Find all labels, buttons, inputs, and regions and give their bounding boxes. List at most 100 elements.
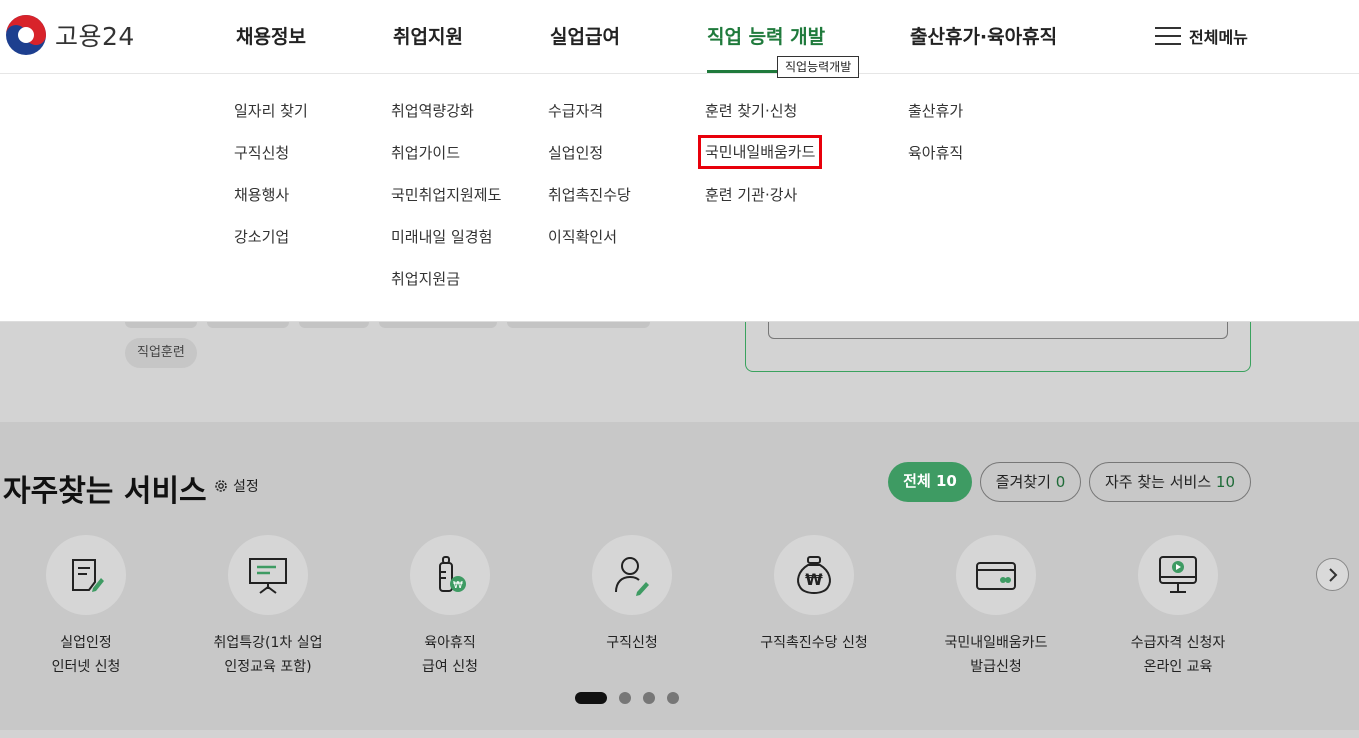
hidden-chip <box>299 322 369 328</box>
service-label-line: 육아휴직 <box>424 635 476 651</box>
service-label: 구직촉진수당 신청 <box>729 631 899 655</box>
filter-count: 10 <box>1215 473 1235 491</box>
service-label-line: 실업인정 <box>60 635 112 651</box>
filter-label: 전체 <box>903 472 931 490</box>
mega-col-unemployment: 수급자격 실업인정 취업촉진수당 이직확인서 <box>548 100 631 268</box>
menu-item-learning-card[interactable]: 국민내일배움카드 <box>697 135 823 169</box>
mega-col-vocational: 훈련 찾기·신청 국민내일배움카드 훈련 기관·강사 <box>697 100 823 226</box>
hidden-chip <box>125 322 197 328</box>
mega-menu-dropdown: 일자리 찾기 구직신청 채용행사 강소기업 취업역량강화 취업가이드 국민취업지… <box>0 74 1359 322</box>
service-label: 구직신청 <box>547 631 717 655</box>
service-label: 육아휴직 급여 신청 <box>365 631 535 679</box>
service-label-line: 인터넷 신청 <box>51 659 121 675</box>
chevron-right-icon <box>1328 567 1337 582</box>
presentation-board-icon <box>249 558 287 594</box>
nav-tooltip: 직업능력개발 <box>777 56 860 78</box>
service-label-line: 급여 신청 <box>422 659 478 675</box>
site-logo[interactable]: 고용24 <box>5 14 135 56</box>
menu-item-maternity-leave[interactable]: 출산휴가 <box>908 100 963 142</box>
filter-count: 10 <box>935 472 957 490</box>
filter-favorites-button[interactable]: 즐겨찾기 0 <box>980 462 1081 502</box>
service-icon-circle <box>46 535 126 615</box>
hidden-chip <box>507 322 650 328</box>
svg-text:₩: ₩ <box>453 580 463 591</box>
menu-item-employment-guide[interactable]: 취업가이드 <box>391 142 501 184</box>
service-item-learning-card[interactable]: 국민내일배움카드 발급신청 <box>911 535 1081 679</box>
service-item-unemployment-recognition[interactable]: 실업인정 인터넷 신청 <box>1 535 171 679</box>
menu-item-national-employment-support[interactable]: 국민취업지원제도 <box>391 184 501 226</box>
carousel-next-button[interactable] <box>1316 558 1349 591</box>
keyword-tag[interactable]: 직업훈련 <box>125 338 197 368</box>
site-header: 고용24 채용정보 취업지원 실업급여 직업 능력 개발 출산휴가·육아휴직 직… <box>0 0 1359 78</box>
service-label-line: 수급자격 신청자 <box>1130 635 1226 651</box>
nav-vocational-training[interactable]: 직업 능력 개발 <box>707 22 825 49</box>
settings-button[interactable]: 설정 <box>213 476 259 496</box>
service-label-line: 인정교육 포함) <box>224 659 312 675</box>
filter-label: 즐겨찾기 <box>995 473 1051 491</box>
money-bag-won-icon: ₩ <box>797 556 831 595</box>
hidden-chip <box>207 322 289 328</box>
menu-item-capacity-building[interactable]: 취업역량강화 <box>391 100 501 142</box>
nav-maternity-parental-leave[interactable]: 출산휴가·육아휴직 <box>910 22 1057 49</box>
nav-employment-support[interactable]: 취업지원 <box>393 22 463 49</box>
person-pen-icon <box>615 557 649 596</box>
menu-item-job-search[interactable]: 일자리 찾기 <box>234 100 308 142</box>
all-menu-label: 전체메뉴 <box>1189 28 1248 47</box>
mega-col-leave: 출산휴가 육아휴직 <box>908 100 963 184</box>
service-label: 취업특강(1차 실업 인정교육 포함) <box>183 631 353 679</box>
service-label: 실업인정 인터넷 신청 <box>1 631 171 679</box>
service-label-line: 구직신청 <box>606 635 658 651</box>
menu-item-parental-leave[interactable]: 육아휴직 <box>908 142 963 184</box>
nav-unemployment-benefits[interactable]: 실업급여 <box>550 22 620 49</box>
service-label-line: 구직촉진수당 신청 <box>760 635 868 651</box>
service-item-online-education[interactable]: 수급자격 신청자 온라인 교육 <box>1093 535 1263 679</box>
menu-item-training-institution[interactable]: 훈련 기관·강사 <box>705 184 815 226</box>
filter-all-button[interactable]: 전체 10 <box>888 462 972 502</box>
service-label: 수급자격 신청자 온라인 교육 <box>1093 631 1263 679</box>
menu-item-unemployment-recognition[interactable]: 실업인정 <box>548 142 631 184</box>
service-icon-circle <box>592 535 672 615</box>
monitor-play-icon <box>1159 556 1197 593</box>
carousel-dot-active[interactable] <box>575 692 607 704</box>
hamburger-icon <box>1155 26 1181 46</box>
gear-icon <box>215 480 227 492</box>
filter-label: 자주 찾는 서비스 <box>1104 473 1212 491</box>
menu-item-separation-confirmation[interactable]: 이직확인서 <box>548 226 631 268</box>
carousel-pagination <box>575 692 691 704</box>
service-label: 국민내일배움카드 발급신청 <box>911 631 1081 679</box>
service-item-job-seeking-allowance[interactable]: ₩ 구직촉진수당 신청 <box>729 535 899 655</box>
all-menu-button[interactable]: 전체메뉴 <box>1155 24 1248 48</box>
menu-item-promotion-allowance[interactable]: 취업촉진수당 <box>548 184 631 226</box>
menu-item-employment-subsidy[interactable]: 취업지원금 <box>391 268 501 310</box>
section-divider <box>0 730 1359 738</box>
service-icon-circle: ₩ <box>410 535 490 615</box>
svg-text:₩: ₩ <box>805 570 823 589</box>
menu-item-job-fair[interactable]: 채용행사 <box>234 184 308 226</box>
search-field-remnant <box>768 322 1228 339</box>
taegeuk-logo-icon <box>6 15 46 55</box>
menu-item-small-giant[interactable]: 강소기업 <box>234 226 308 268</box>
nav-recruitment[interactable]: 채용정보 <box>236 22 306 49</box>
filter-frequent-button[interactable]: 자주 찾는 서비스 10 <box>1089 462 1251 502</box>
service-label-line: 취업특강(1차 실업 <box>213 635 323 651</box>
document-pen-icon <box>72 559 104 592</box>
service-icon-circle <box>228 535 308 615</box>
service-item-parental-leave-benefit[interactable]: ₩ 육아휴직 급여 신청 <box>365 535 535 679</box>
service-item-employment-lecture[interactable]: 취업특강(1차 실업 인정교육 포함) <box>183 535 353 679</box>
baby-bottle-won-icon: ₩ <box>439 556 466 592</box>
menu-item-job-application[interactable]: 구직신청 <box>234 142 308 184</box>
menu-item-work-experience[interactable]: 미래내일 일경험 <box>391 226 501 268</box>
menu-item-eligibility[interactable]: 수급자격 <box>548 100 631 142</box>
carousel-dot[interactable] <box>643 692 655 704</box>
carousel-dot[interactable] <box>619 692 631 704</box>
mega-col-recruitment: 일자리 찾기 구직신청 채용행사 강소기업 <box>234 100 308 268</box>
carousel-dot[interactable] <box>667 692 679 704</box>
service-icon-circle <box>1138 535 1218 615</box>
logo-text: 고용24 <box>55 22 135 51</box>
menu-item-training-search[interactable]: 훈련 찾기·신청 <box>705 100 815 142</box>
service-label-line: 온라인 교육 <box>1143 659 1213 675</box>
service-icon-circle: ₩ <box>774 535 854 615</box>
service-item-job-application[interactable]: 구직신청 <box>547 535 717 655</box>
service-label-line: 국민내일배움카드 <box>944 635 1048 651</box>
filter-count: 0 <box>1055 473 1066 491</box>
